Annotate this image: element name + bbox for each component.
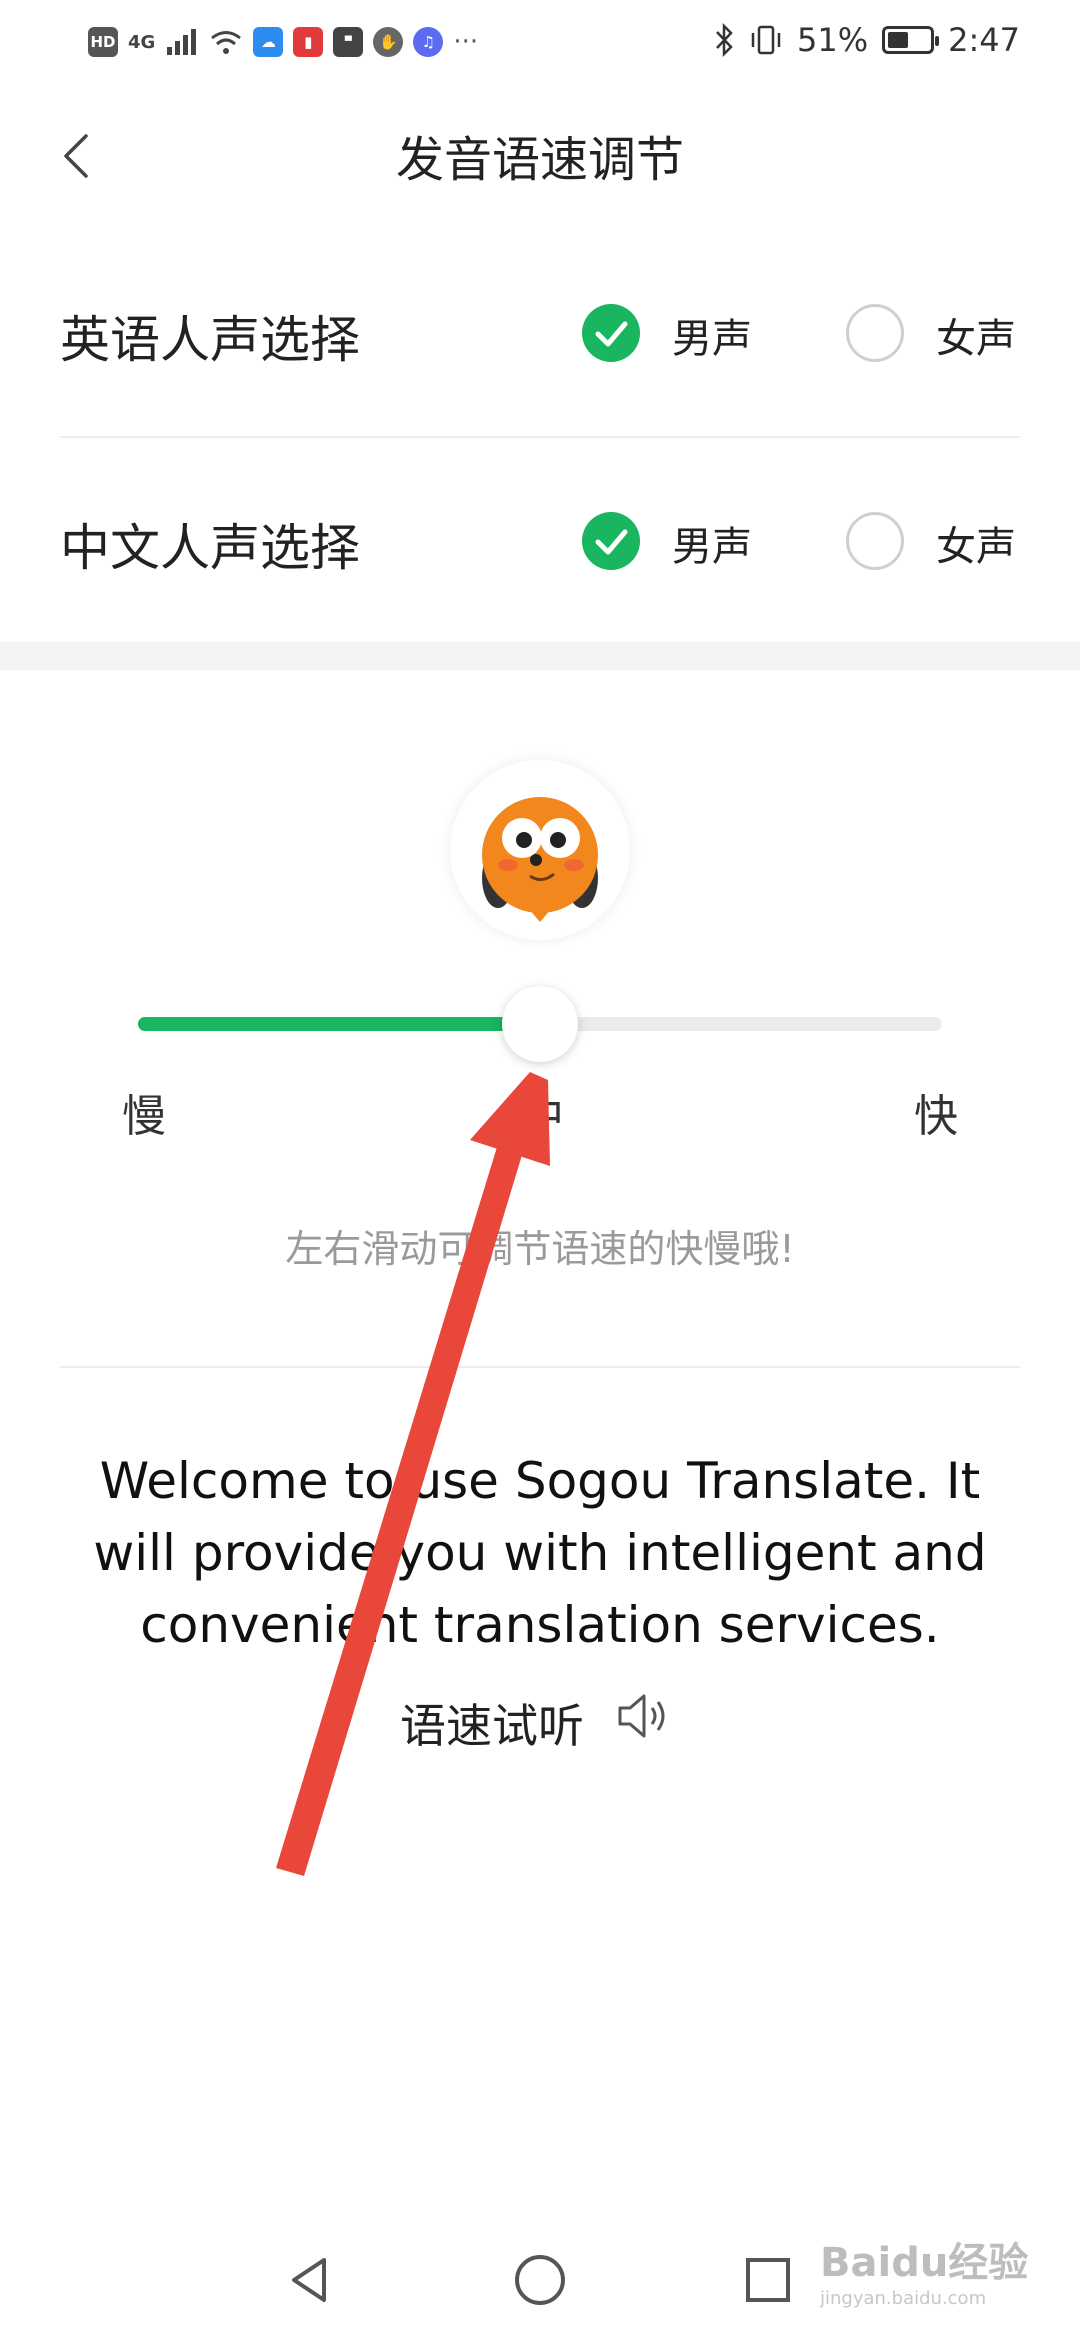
speaker-icon [618,1694,665,1738]
check-icon [595,321,628,347]
square-recents-icon [746,2258,790,2302]
speed-slider-handle[interactable] [502,986,578,1062]
status-icons-right: 51% 2:47 [713,18,1020,62]
english-male-label[interactable]: 男声 [672,306,752,364]
chinese-voice-label: 中文人声选择 [60,519,360,577]
speed-slider-fill [138,1017,540,1031]
triangle-back-icon [292,2258,326,2302]
more-notifications-icon: ··· [453,27,479,57]
speed-fast-label: 快 [914,1091,958,1142]
section-separator [0,642,1080,670]
chinese-female-radio[interactable] [846,512,904,570]
signal-icon [167,29,197,55]
chinese-male-radio[interactable] [582,512,640,570]
check-icon [595,529,628,555]
nav-back-button[interactable] [280,2250,340,2310]
chinese-female-label[interactable]: 女声 [936,514,1016,572]
listen-preview-speaker[interactable] [614,1686,674,1746]
page-title: 发音语速调节 [395,132,684,188]
english-female-radio[interactable] [846,304,904,362]
watermark-logo: Baidu经验 [820,2240,1029,2286]
english-female-label[interactable]: 女声 [936,306,1016,364]
battery-icon [882,26,940,54]
nav-recents-button[interactable] [738,2250,798,2310]
watermark-url: jingyan.baidu.com [820,2288,987,2309]
speed-slow-label: 慢 [122,1091,166,1142]
clock: 2:47 [948,21,1020,59]
chinese-male-label[interactable]: 男声 [672,514,752,572]
huawei-app-icon: ▀ [333,27,364,57]
network-label: 4G [128,31,156,53]
nav-home-button[interactable] [510,2250,570,2310]
row-divider [60,436,1020,438]
vibrate-icon [751,25,781,55]
speed-hint: 左右滑动可调节语速的快慢哦! [285,1227,795,1271]
bluetooth-icon [716,23,733,57]
status-bar: HD 4G ☁ ▮ ▀ ✋ ♫ ··· 51% 2:47 [0,0,1080,84]
english-male-radio[interactable] [582,304,640,362]
wifi-icon [211,31,242,54]
english-voice-label: 英语人声选择 [60,311,360,369]
mascot-icon [482,797,598,922]
music-app-icon: ♫ [413,27,444,57]
cloud-app-icon: ☁ [253,27,284,57]
speed-mid-label: 中 [520,1091,564,1142]
book-app-icon: ▮ [293,27,324,57]
status-icons-left: HD 4G ☁ ▮ ▀ ✋ ♫ ··· [88,20,478,64]
hand-app-icon: ✋ [373,27,404,57]
watermark: Baidu经验 jingyan.baidu.com [820,2230,1040,2310]
listen-preview-button[interactable]: 语速试听 [400,1690,584,1756]
section-divider [60,1366,1020,1368]
circle-home-icon [515,2255,565,2305]
hd-icon: HD [88,27,118,57]
sample-sentence: Welcome to use Sogou Translate. It will … [93,1452,987,1654]
battery-percent: 51% [797,21,869,59]
mascot-avatar [450,760,630,940]
